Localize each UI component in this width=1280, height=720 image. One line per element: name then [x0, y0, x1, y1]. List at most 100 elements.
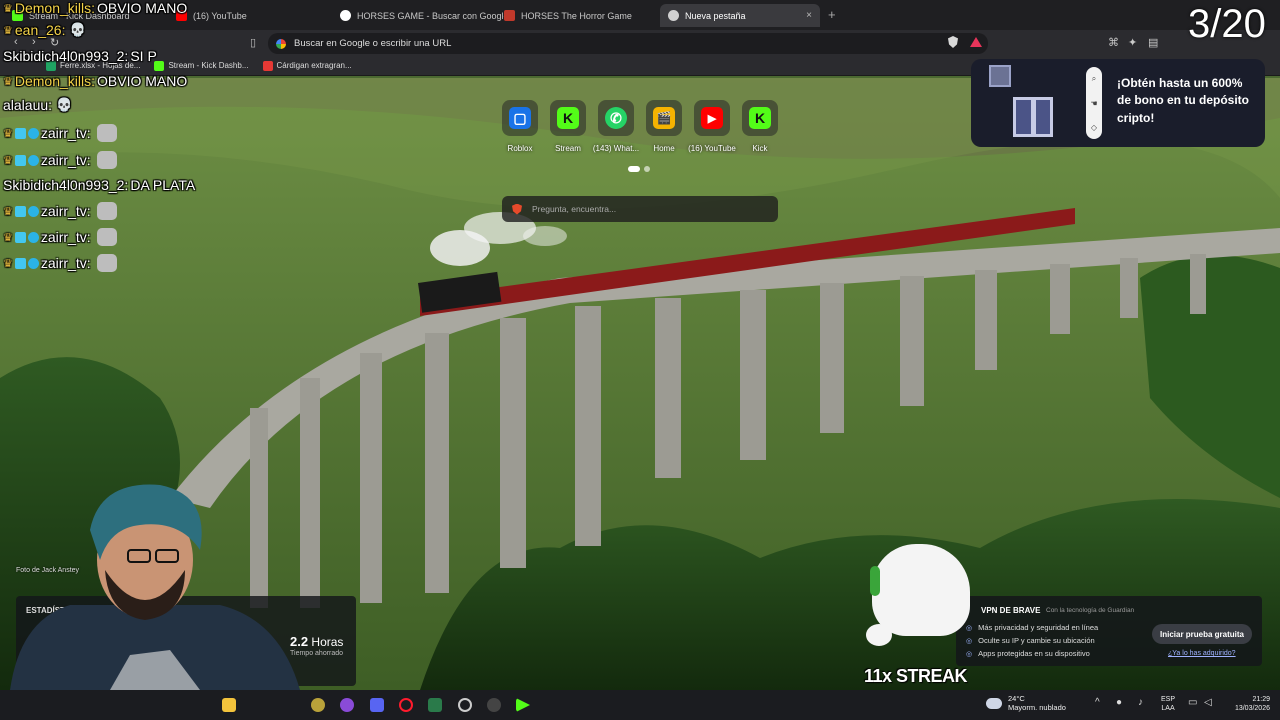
page-dot[interactable] [644, 166, 650, 172]
clapperboard-icon: 🎬 [653, 107, 675, 129]
search-icon[interactable]: ⌕ [1092, 74, 1096, 84]
cat-emote-icon [96, 202, 117, 220]
chat-message: alalauu: 💀 [3, 97, 73, 113]
app-icon[interactable] [428, 698, 442, 712]
gem-badge-icon [27, 257, 39, 269]
start-trial-button[interactable]: Iniciar prueba gratuita [1152, 624, 1252, 644]
shortcut-whatsapp[interactable]: ✆ (143) What... [593, 100, 639, 153]
google-icon [340, 10, 351, 21]
cat-emote-icon [96, 254, 117, 272]
cat-emote-icon [96, 151, 117, 169]
steam-icon[interactable] [458, 698, 472, 712]
app-icon[interactable] [487, 698, 501, 712]
app-icon[interactable] [340, 698, 354, 712]
app-icon[interactable] [311, 698, 325, 712]
tag-icon[interactable]: ◇ [1091, 123, 1097, 132]
subscriber-badge-icon [14, 154, 26, 166]
crown-badge-icon: ♛ [3, 75, 13, 88]
kick-studio-icon[interactable] [516, 698, 530, 712]
vpn-feature: ◎ Más privacidad y seguridad en línea [966, 623, 1099, 632]
page-dot[interactable] [628, 166, 640, 172]
close-tab-icon[interactable]: × [806, 10, 812, 21]
extensions-icon[interactable]: ✦ [1128, 36, 1137, 49]
chat-message: ♛ zairr_tv: [3, 254, 117, 272]
network-icon[interactable]: ▭ [1188, 697, 1197, 708]
crown-badge-icon: ♛ [3, 231, 13, 244]
chat-message: Skibidich4l0n993_2: DA PLATA [3, 177, 196, 193]
gem-badge-icon [27, 231, 39, 243]
crown-badge-icon: ♛ [3, 257, 13, 270]
streak-mascot [870, 544, 970, 636]
hand-icon[interactable]: ☚ [1090, 99, 1097, 108]
volume-icon[interactable]: ◁ [1204, 697, 1212, 708]
browser-toolbar: ‹ › ↻ ▯ Buscar en Google o escribir una … [0, 30, 1280, 56]
goal-counter: 3/20 [1188, 2, 1266, 46]
kick-icon: K [749, 107, 771, 129]
crown-badge-icon: ♛ [3, 127, 13, 140]
cloud-icon [986, 697, 1002, 709]
bookmark-kick-dashboard[interactable]: Stream - Kick Dashb... [154, 60, 249, 71]
vpn-feature: ◎ Oculte su IP y cambie su ubicación [966, 636, 1095, 645]
vpn-powered-by: Con la tecnología de Guardian [1046, 607, 1135, 614]
game-icon [504, 10, 515, 21]
chat-message: ♛ zairr_tv: [3, 228, 117, 246]
microphone-icon[interactable]: ♪ [1138, 697, 1143, 708]
tab-youtube[interactable]: (16) YouTube [168, 4, 328, 27]
streak-mascot-hand [866, 624, 892, 646]
ask-search-box[interactable]: Pregunta, encuentra... [502, 196, 778, 222]
weather-widget[interactable]: 24°C Mayorm. nublado [986, 694, 1066, 713]
windows-taskbar: 24°C Mayorm. nublado ^ ● ♪ ESP LAA ▭ ◁ 2… [0, 690, 1280, 720]
vpn-title: VPN DE BRAVE [981, 606, 1041, 615]
bookmark-cardigan[interactable]: Cárdigan extragran... [262, 60, 352, 71]
shortcut-kick[interactable]: K Kick [740, 100, 780, 153]
sidebar-icon[interactable]: ▤ [1148, 36, 1158, 49]
system-clock[interactable]: 21:29 13/03/2026 [1224, 695, 1270, 714]
subscriber-badge-icon [14, 257, 26, 269]
tab-new-tab[interactable]: Nueva pestaña × [660, 4, 820, 27]
shop-icon [262, 60, 273, 71]
banner-text: ¡Obtén hasta un 600% de bono en tu depós… [1117, 76, 1249, 125]
vpn-feature: ◎ Apps protegidas en su dispositivo [966, 649, 1090, 658]
shortcut-home[interactable]: 🎬 Home [644, 100, 684, 153]
brave-shield-icon [668, 10, 679, 21]
chat-message: ♛ zairr_tv: [3, 124, 117, 142]
crown-badge-icon: ♛ [3, 24, 13, 37]
address-placeholder: Buscar en Google o escribir una URL [294, 38, 452, 49]
cat-emote-icon [96, 124, 117, 142]
subscriber-badge-icon [14, 231, 26, 243]
skull-emote-icon: 💀 [56, 97, 73, 112]
crown-badge-icon: ♛ [3, 154, 13, 167]
file-explorer-icon[interactable] [222, 698, 236, 712]
chat-message: ♛ ean_26: 💀 [3, 22, 86, 38]
discord-icon[interactable] [370, 698, 384, 712]
chevron-up-icon[interactable]: ^ [1095, 697, 1100, 708]
address-bar[interactable]: Buscar en Google o escribir una URL [268, 33, 988, 54]
roblox-icon: ▢ [509, 107, 531, 129]
shortcut-roblox[interactable]: ▢ Roblox [500, 100, 540, 153]
brave-rewards-icon[interactable] [970, 37, 982, 47]
tab-horses-game[interactable]: HORSES The Horror Game [496, 4, 656, 27]
already-purchased-link[interactable]: ¿Ya lo has adquirido? [1168, 650, 1236, 657]
language-indicator[interactable]: ESP LAA [1161, 695, 1175, 714]
tab-horses-google[interactable]: HORSES GAME - Buscar con Google [332, 4, 509, 27]
app-tray-icon[interactable]: ● [1116, 697, 1122, 708]
check-icon: ◎ [966, 637, 973, 645]
chat-message: ♛ zairr_tv: [3, 151, 117, 169]
gem-badge-icon [27, 205, 39, 217]
new-tab-button[interactable]: + [828, 7, 836, 22]
wallet-icon[interactable]: ⌘ [1108, 36, 1119, 49]
streak-label: 11x STREAK [864, 666, 968, 686]
gem-badge-icon [27, 154, 39, 166]
shortcut-youtube[interactable]: ▶ (16) YouTube [688, 100, 736, 153]
sponsored-banner[interactable]: ⌕ ☚ ◇ ¡Obtén hasta un 600% de bono en tu… [971, 59, 1265, 147]
gift-icon [989, 65, 1011, 87]
bookmark-icon[interactable]: ▯ [250, 36, 256, 49]
banner-controls: ⌕ ☚ ◇ [1086, 67, 1102, 139]
gift-icon [1013, 97, 1053, 137]
google-icon [276, 38, 286, 49]
shortcut-page-dots[interactable] [628, 166, 650, 172]
crown-badge-icon: ♛ [3, 205, 13, 218]
shortcut-stream[interactable]: K Stream [548, 100, 588, 153]
opera-icon[interactable] [399, 698, 413, 712]
browser-tab-bar: Stream - Kick Dashboard (16) YouTube HOR… [0, 0, 1280, 30]
